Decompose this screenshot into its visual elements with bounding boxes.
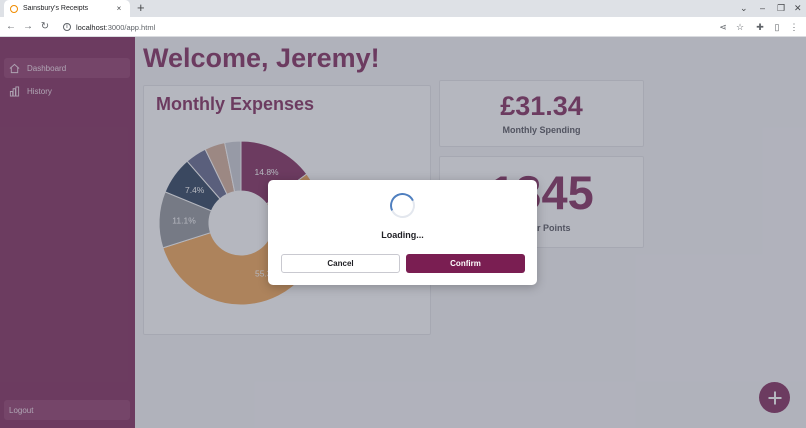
browser-tab[interactable]: Sainsbury's Receipts × bbox=[4, 0, 130, 17]
menu-icon[interactable]: ⋮ bbox=[788, 20, 800, 34]
extensions-icon[interactable]: ✚ bbox=[754, 20, 766, 34]
loading-spinner-icon bbox=[386, 189, 419, 222]
star-icon[interactable]: ☆ bbox=[734, 20, 746, 34]
back-icon[interactable]: ← bbox=[5, 20, 17, 34]
info-icon[interactable]: i bbox=[63, 23, 71, 31]
browser-toolbar: ← → ↻ i localhost :3000/app.html ⋖ ☆ ✚ ▯… bbox=[0, 17, 806, 37]
address-bar[interactable]: i localhost :3000/app.html bbox=[57, 19, 757, 35]
cancel-button[interactable]: Cancel bbox=[281, 254, 400, 273]
confirm-button[interactable]: Confirm bbox=[406, 254, 525, 273]
new-tab-button[interactable]: + bbox=[137, 1, 145, 15]
restore-icon[interactable]: ❐ bbox=[777, 2, 785, 14]
tab-search-icon[interactable]: ⌄ bbox=[740, 2, 748, 14]
minimize-icon[interactable]: – bbox=[760, 2, 765, 14]
browser-tab-bar: Sainsbury's Receipts × + ⌄ – ❐ ✕ bbox=[0, 0, 806, 17]
url-path: :3000/app.html bbox=[105, 22, 156, 32]
sidepanel-icon[interactable]: ▯ bbox=[771, 20, 783, 34]
sainsburys-favicon-icon bbox=[10, 4, 18, 13]
reload-icon[interactable]: ↻ bbox=[39, 20, 51, 34]
forward-icon[interactable]: → bbox=[22, 20, 34, 34]
loading-dialog: Loading... Cancel Confirm bbox=[268, 180, 537, 285]
url-host: localhost bbox=[76, 22, 106, 32]
tab-title: Sainsbury's Receipts bbox=[23, 5, 89, 12]
loading-text: Loading... bbox=[381, 230, 424, 240]
close-window-icon[interactable]: ✕ bbox=[794, 2, 802, 14]
share-icon[interactable]: ⋖ bbox=[717, 20, 729, 34]
tab-close-icon[interactable]: × bbox=[114, 4, 124, 13]
